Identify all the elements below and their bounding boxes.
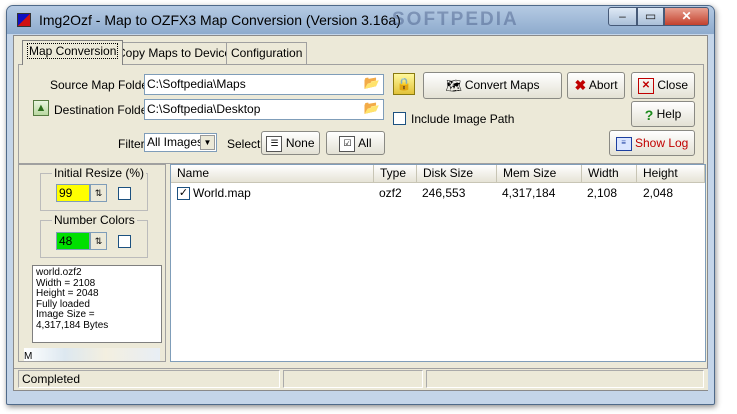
source-folder-input[interactable]: C:\Softpedia\Maps: [144, 74, 384, 95]
minimize-button[interactable]: ‒: [608, 7, 637, 26]
tab-configuration[interactable]: Configuration: [226, 42, 308, 64]
maximize-button[interactable]: ▭: [637, 7, 664, 26]
window-title: Img2Ozf - Map to OZFX3 Map Conversion (V…: [39, 12, 401, 28]
row-checkbox[interactable]: ✓: [177, 187, 190, 200]
all-icon: ☑: [339, 135, 356, 152]
lock-icon[interactable]: 🔒: [393, 73, 415, 95]
info-line: Image Size =: [36, 309, 95, 320]
show-log-label: Show Log: [634, 136, 689, 150]
close-icon: ✕: [637, 77, 654, 94]
info-line: world.ozf2: [36, 267, 82, 278]
destination-folder-label: Destination Folder: [54, 103, 152, 117]
dropdown-arrow-icon[interactable]: ▼: [200, 135, 215, 150]
help-question-icon: ?: [644, 106, 654, 123]
convert-maps-button[interactable]: 🗺 Convert Maps: [423, 72, 562, 99]
browse-destination-icon[interactable]: 📂: [362, 100, 382, 119]
abort-label: Abort: [588, 78, 618, 92]
map-preview-label: M: [24, 351, 33, 361]
initial-resize-label: Initial Resize (%): [52, 166, 147, 180]
help-button[interactable]: ? Help: [631, 101, 695, 127]
source-folder-label: Source Map Folder: [50, 78, 153, 92]
row-type: ozf2: [379, 186, 402, 200]
convert-icon: 🗺: [445, 78, 462, 94]
close-button[interactable]: ✕ Close: [631, 72, 695, 99]
column-header-name[interactable]: Name: [171, 165, 374, 183]
select-all-label: All: [358, 136, 372, 150]
log-icon: ≡: [615, 136, 632, 151]
tab-map-conversion[interactable]: Map Conversion: [22, 40, 124, 65]
initial-resize-value[interactable]: 99: [56, 184, 90, 202]
help-label: Help: [656, 107, 682, 121]
tab-copy-maps-to-device[interactable]: Copy Maps to Device: [112, 42, 237, 64]
column-header-width[interactable]: Width: [582, 165, 637, 183]
status-panel: [283, 370, 423, 388]
include-image-path-checkbox[interactable]: [393, 112, 406, 125]
none-icon: ☰: [266, 135, 283, 152]
map-preview: M: [24, 348, 160, 361]
filter-value: All Images: [147, 135, 204, 149]
up-arrow-icon[interactable]: ▲: [33, 100, 49, 116]
row-disk-size: 246,553: [422, 186, 466, 200]
status-panel: [426, 370, 704, 388]
row-mem-size: 4,317,184: [502, 186, 556, 200]
row-width: 2,108: [587, 186, 618, 200]
close-label: Close: [657, 78, 689, 92]
select-none-button[interactable]: ☰ None: [261, 131, 320, 155]
select-label: Select: [227, 137, 261, 151]
filter-label: Filter: [118, 137, 145, 151]
browse-source-icon[interactable]: 📂: [362, 75, 382, 94]
destination-folder-input[interactable]: C:\Softpedia\Desktop: [144, 99, 384, 120]
watermark: SOFTPEDIA: [392, 9, 519, 30]
spinner-icon[interactable]: ⇅: [90, 184, 107, 202]
info-line: Height = 2048: [36, 288, 99, 299]
number-colors-value[interactable]: 48: [56, 232, 90, 250]
abort-button[interactable]: ✖ Abort: [567, 72, 625, 99]
select-none-label: None: [285, 136, 315, 150]
column-header-mem-size[interactable]: Mem Size: [497, 165, 582, 183]
filter-select[interactable]: All Images ▼: [144, 133, 217, 152]
status-text: Completed: [18, 370, 280, 388]
include-image-path-label: Include Image Path: [411, 112, 515, 126]
initial-resize-checkbox[interactable]: [118, 187, 131, 200]
row-name[interactable]: World.map: [193, 184, 251, 202]
column-header-type[interactable]: Type: [374, 165, 417, 183]
spinner-icon[interactable]: ⇅: [90, 232, 107, 250]
column-header-height[interactable]: Height: [637, 165, 705, 183]
app-icon: [17, 13, 31, 27]
row-height: 2,048: [643, 186, 674, 200]
info-line: 4,317,184 Bytes: [36, 319, 109, 331]
select-all-button[interactable]: ☑ All: [326, 131, 385, 155]
show-log-button[interactable]: ≡ Show Log: [609, 130, 695, 156]
convert-label: Convert Maps: [464, 78, 540, 92]
close-window-button[interactable]: ✕: [664, 7, 709, 26]
column-header-disk-size[interactable]: Disk Size: [417, 165, 497, 183]
abort-x-icon: ✖: [574, 77, 587, 94]
number-colors-label: Number Colors: [52, 213, 137, 227]
image-info-box: world.ozf2 Width = 2108 Height = 2048 Fu…: [32, 265, 162, 343]
number-colors-checkbox[interactable]: [118, 235, 131, 248]
